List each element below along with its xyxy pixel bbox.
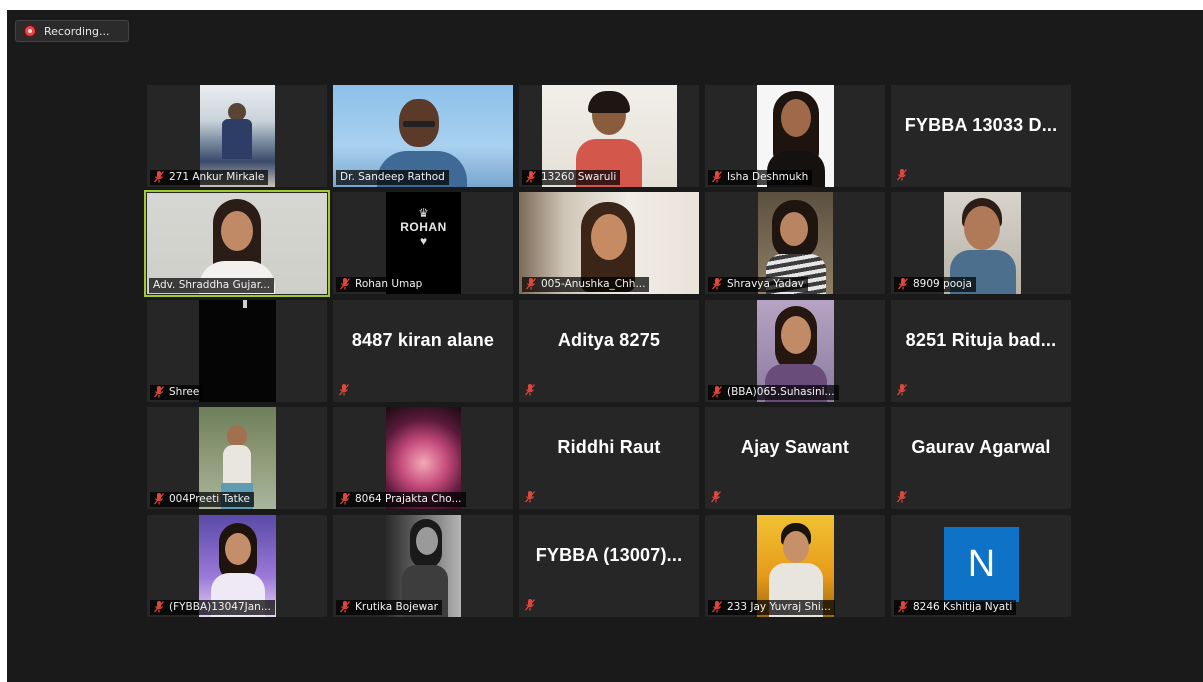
participant-tile-active-speaker[interactable]: Adv. Shraddha Gujar... [144,190,330,297]
participant-nameplate: Adv. Shraddha Gujar... [149,278,275,293]
participant-tile[interactable]: N 8246 Kshitija Nyati [891,515,1071,617]
record-icon [25,26,35,36]
participant-tile[interactable]: 8487 kiran alane [333,300,513,402]
participant-display-name: Aditya 8275 [557,329,661,350]
muted-mic-icon [712,601,722,613]
participant-tile[interactable]: Gaurav Agarwal [891,407,1071,509]
participant-display-name: FYBBA 13033 D... [904,114,1058,135]
muted-mic-icon [525,384,535,396]
muted-mic-icon [340,278,350,290]
muted-mic-icon [525,599,535,611]
participant-tile[interactable]: 005-Anushka_Chh... [519,192,699,294]
muted-mic-icon [340,601,350,613]
meeting-stage: Recording... 271 Ankur Mirkale Dr. Sande… [7,10,1203,682]
participant-tile[interactable]: (FYBBA)13047Jan... [147,515,327,617]
participant-display-name: Gaurav Agarwal [911,436,1051,457]
muted-mic-icon [154,386,164,398]
participant-tile[interactable]: 13260 Swaruli [519,85,699,187]
muted-mic-icon [712,171,722,183]
participant-nameplate: (FYBBA)13047Jan... [150,600,275,615]
muted-mic-icon [154,171,164,183]
participant-nameplate: Dr. Sandeep Rathod [336,170,449,185]
participant-tile[interactable]: 004Preeti Tatke [147,407,327,509]
participant-display-name: Riddhi Raut [557,436,661,457]
participant-tile[interactable]: Ajay Sawant [705,407,885,509]
participant-nameplate: 005-Anushka_Chh... [522,277,650,292]
muted-mic-icon [526,278,536,290]
participant-display-name: 8251 Rituja bad... [905,329,1057,350]
participant-tile[interactable]: ♛ ROHAN ♥ Rohan Umap [333,192,513,294]
shield-icon: ♥ [419,234,428,248]
participant-display-name: Ajay Sawant [740,436,850,457]
muted-mic-icon [711,491,721,503]
participant-tile[interactable]: Aditya 8275 [519,300,699,402]
muted-mic-icon [525,491,535,503]
participant-tile[interactable]: 8064 Prajakta Cho... [333,407,513,509]
participant-nameplate: 8246 Kshitija Nyati [894,600,1017,615]
participant-tile[interactable]: (BBA)065.Suhasini... [705,300,885,402]
participant-photo [199,300,276,402]
initial-avatar: N [944,527,1019,602]
muted-mic-icon [712,386,722,398]
muted-mic-icon [154,493,164,505]
muted-mic-icon [898,601,908,613]
participant-display-name: 8487 kiran alane [351,329,495,350]
participant-nameplate: Shravya Yadav [708,277,808,292]
participant-tile[interactable]: FYBBA 13033 D... [891,85,1071,187]
participant-nameplate: 8064 Prajakta Cho... [336,492,466,507]
participant-display-name: FYBBA (13007)... [535,544,683,565]
recording-label: Recording... [44,24,110,38]
participant-nameplate: Krutika Bojewar [336,600,442,615]
participant-tile[interactable]: 8251 Rituja bad... [891,300,1071,402]
participant-tile[interactable]: Krutika Bojewar [333,515,513,617]
participant-tile[interactable]: Shree [147,300,327,402]
muted-mic-icon [898,278,908,290]
participant-nameplate: Rohan Umap [336,277,427,292]
participant-nameplate: 004Preeti Tatke [150,492,254,507]
participant-tile[interactable]: 8909 pooja [891,192,1071,294]
participant-tile[interactable]: FYBBA (13007)... [519,515,699,617]
muted-mic-icon [712,278,722,290]
participant-nameplate: Shree [150,385,204,400]
participant-nameplate: 8909 pooja [894,277,976,292]
participant-nameplate: Isha Deshmukh [708,170,813,185]
participant-nameplate: (BBA)065.Suhasini... [708,385,839,400]
participant-tile[interactable]: Riddhi Raut [519,407,699,509]
recording-indicator[interactable]: Recording... [15,20,129,42]
crown-icon: ♛ [418,206,429,220]
participant-nameplate: 233 Jay Yuvraj Shi... [708,600,835,615]
muted-mic-icon [340,493,350,505]
muted-mic-icon [897,384,907,396]
participant-tile[interactable]: 233 Jay Yuvraj Shi... [705,515,885,617]
participant-tile[interactable]: 271 Ankur Mirkale [147,85,327,187]
muted-mic-icon [897,169,907,181]
logo-text: ROHAN [400,220,447,234]
participant-tile[interactable]: Isha Deshmukh [705,85,885,187]
muted-mic-icon [526,171,536,183]
muted-mic-icon [897,491,907,503]
participant-tile[interactable]: Dr. Sandeep Rathod [333,85,513,187]
participant-tile[interactable]: Shravya Yadav [705,192,885,294]
participant-nameplate: 13260 Swaruli [522,170,621,185]
participant-nameplate: 271 Ankur Mirkale [150,170,269,185]
muted-mic-icon [339,384,349,396]
muted-mic-icon [154,601,164,613]
